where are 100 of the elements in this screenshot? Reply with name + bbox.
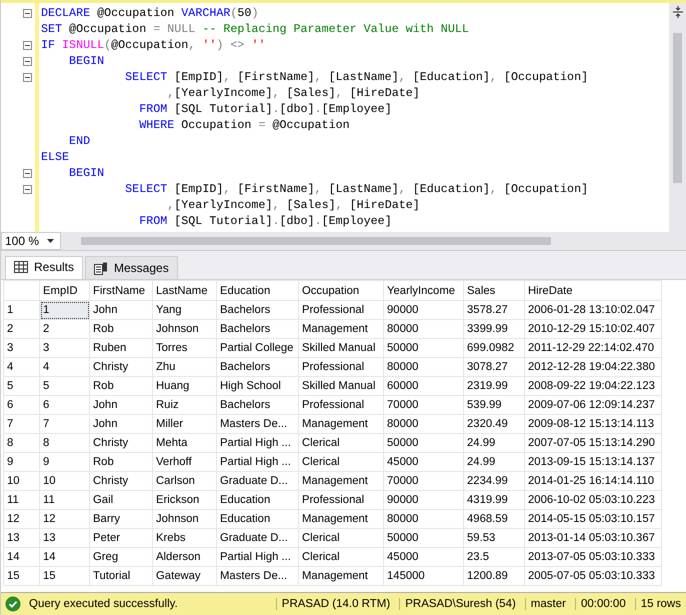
- table-cell: 2009-07-06 12:09:14.237: [524, 396, 662, 414]
- table-cell: Clerical: [298, 434, 384, 452]
- code-line: FROM [SQL Tutorial].[dbo].[Employee]: [138, 213, 393, 229]
- column-header[interactable]: YearlyIncome: [384, 280, 464, 300]
- table-cell: 2013-09-15 15:13:14.137: [524, 452, 662, 472]
- table-cell: 2007-07-05 15:13:14.290: [524, 434, 662, 452]
- row-number[interactable]: 13: [4, 528, 40, 548]
- table-cell: 4319.99: [464, 490, 524, 510]
- table-cell: Partial High ...: [216, 452, 298, 472]
- table-cell: John: [90, 300, 152, 320]
- caret-icon[interactable]: [47, 239, 54, 243]
- collapse-icon[interactable]: [23, 184, 32, 194]
- table-cell: 2014-01-25 16:14:14.110: [524, 472, 662, 490]
- row-number[interactable]: 14: [4, 548, 40, 566]
- table-cell: Christy: [90, 434, 152, 452]
- table-cell: Ruben: [90, 338, 152, 358]
- table-cell: 2006-10-02 05:03:10.223: [524, 490, 662, 510]
- row-number[interactable]: 8: [4, 434, 40, 452]
- table-cell: Professional: [298, 490, 384, 510]
- table-cell: 3: [40, 338, 90, 358]
- table-cell: Torres: [152, 338, 216, 358]
- table-cell: Johnson: [152, 510, 216, 528]
- table-cell: Management: [298, 566, 384, 586]
- table-cell: Management: [298, 320, 384, 338]
- collapse-icon[interactable]: [23, 72, 32, 82]
- table-cell: 24.99: [464, 434, 524, 452]
- table-cell: 70000: [384, 396, 464, 414]
- table-cell: Graduate D...: [216, 472, 298, 490]
- row-number[interactable]: 7: [4, 414, 40, 434]
- column-header[interactable]: Occupation: [298, 280, 384, 300]
- collapse-icon[interactable]: [23, 8, 32, 18]
- table-cell: 80000: [384, 320, 464, 338]
- table-cell: Professional: [298, 358, 384, 376]
- row-number[interactable]: 12: [4, 510, 40, 528]
- code-editor[interactable]: [1, 0, 686, 232]
- table-cell: 60000: [384, 376, 464, 396]
- row-number[interactable]: 10: [4, 472, 40, 490]
- table-cell: Carlson: [152, 472, 216, 490]
- table-cell: 2012-12-28 19:04:22.380: [524, 358, 662, 376]
- zoom-dropdown[interactable]: 100 %: [1, 232, 61, 250]
- table-cell: 2320.49: [464, 414, 524, 434]
- table-cell: 3078.27: [464, 358, 524, 376]
- table-cell: Partial High ...: [216, 434, 298, 452]
- horizontal-scrollbar[interactable]: [61, 232, 686, 250]
- row-number[interactable]: 4: [4, 358, 40, 376]
- row-number[interactable]: 6: [4, 396, 40, 414]
- table-cell: Skilled Manual: [298, 376, 384, 396]
- collapse-icon[interactable]: [23, 56, 32, 66]
- status-field: master: [524, 598, 571, 610]
- collapse-icon[interactable]: [23, 168, 32, 178]
- table-cell: Alderson: [152, 548, 216, 566]
- split-icon[interactable]: [670, 5, 684, 19]
- table-cell: 8: [40, 434, 90, 452]
- table-cell: Huang: [152, 376, 216, 396]
- row-number[interactable]: 2: [4, 320, 40, 338]
- code-line: WHERE Occupation = @Occupation: [138, 117, 351, 133]
- table-cell: 80000: [384, 358, 464, 376]
- table-cell: Bachelors: [216, 300, 298, 320]
- table-cell: Bachelors: [216, 320, 298, 338]
- column-header[interactable]: Sales: [464, 280, 524, 300]
- table-cell: 2010-12-29 15:10:02.407: [524, 320, 662, 338]
- code-line: ,[YearlyIncome], [Sales], [HireDate]: [166, 85, 421, 101]
- collapse-icon[interactable]: [23, 40, 32, 50]
- table-cell: 70000: [384, 472, 464, 490]
- column-header[interactable]: Education: [216, 280, 298, 300]
- table-cell: 2234.99: [464, 472, 524, 490]
- grid-icon: [14, 261, 28, 273]
- table-cell: 2009-08-12 15:13:14.113: [524, 414, 662, 434]
- status-message: Query executed successfully.: [29, 598, 179, 610]
- table-cell: Rob: [90, 452, 152, 472]
- results-tab[interactable]: Messages: [85, 256, 178, 279]
- table-cell: Greg: [90, 548, 152, 566]
- status-field: PRASAD (14.0 RTM): [276, 598, 396, 610]
- table-cell: 50000: [384, 434, 464, 452]
- table-cell: Christy: [90, 358, 152, 376]
- row-number[interactable]: 3: [4, 338, 40, 358]
- table-cell: 2008-09-22 19:04:22.123: [524, 376, 662, 396]
- column-header[interactable]: LastName: [152, 280, 216, 300]
- column-header[interactable]: FirstName: [90, 280, 152, 300]
- table-cell: Graduate D...: [216, 528, 298, 548]
- results-tab[interactable]: Results: [5, 256, 84, 279]
- table-cell: 145000: [384, 566, 464, 586]
- table-cell: 24.99: [464, 452, 524, 472]
- row-number[interactable]: 15: [4, 566, 40, 586]
- code-line: SELECT [EmpID], [FirstName], [LastName], [Education], [Occupation]: [124, 181, 590, 197]
- table-cell: 5: [40, 376, 90, 396]
- table-cell: 3399.99: [464, 320, 524, 338]
- column-header[interactable]: HireDate: [524, 280, 662, 300]
- document-icon: [94, 262, 108, 274]
- row-number[interactable]: 5: [4, 376, 40, 396]
- table-cell: Rob: [90, 320, 152, 338]
- table-cell: High School: [216, 376, 298, 396]
- table-cell: 45000: [384, 548, 464, 566]
- row-number[interactable]: 11: [4, 490, 40, 510]
- table-cell: Education: [216, 490, 298, 510]
- status-field: 00:00:00: [574, 598, 631, 610]
- vertical-scrollbar[interactable]: [669, 3, 686, 232]
- table-cell: 90000: [384, 490, 464, 510]
- table-cell: Ruiz: [152, 396, 216, 414]
- row-number[interactable]: 9: [4, 452, 40, 472]
